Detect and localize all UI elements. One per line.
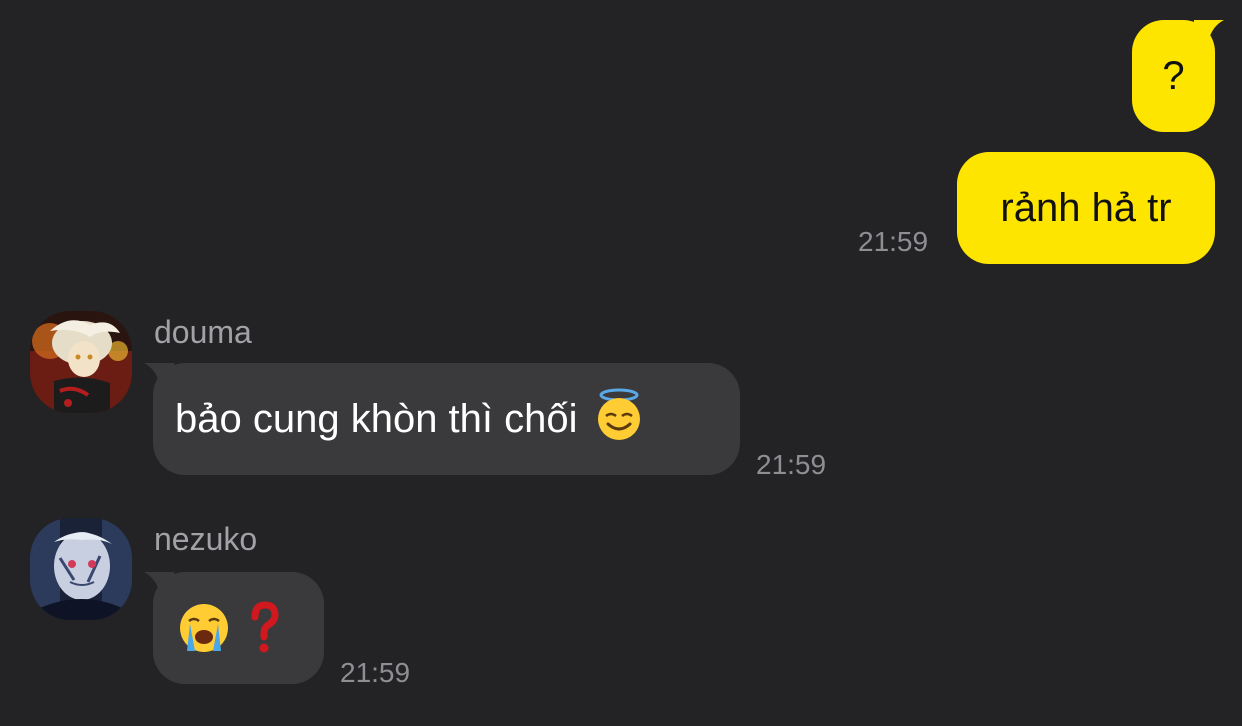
outgoing-message-bubble[interactable]: ? bbox=[1132, 20, 1224, 132]
avatar-image bbox=[30, 518, 132, 620]
message-timestamp: 21:59 bbox=[858, 226, 929, 257]
message-text: bảo cung khòn thì chối bbox=[175, 396, 578, 441]
outgoing-message-bubble[interactable]: rảnh hả tr bbox=[957, 152, 1215, 264]
message-text: rảnh hả tr bbox=[1000, 185, 1172, 230]
message-timestamp: 21:59 bbox=[756, 449, 827, 480]
avatar-douma[interactable] bbox=[30, 311, 132, 413]
incoming-message-bubble[interactable] bbox=[144, 572, 324, 684]
avatar-image bbox=[30, 311, 132, 413]
incoming-message-bubble[interactable]: bảo cung khòn thì chối bbox=[144, 363, 740, 475]
smiling-face-with-halo-icon bbox=[597, 388, 640, 440]
sender-name: nezuko bbox=[154, 521, 258, 557]
message-timestamp: 21:59 bbox=[340, 657, 411, 688]
message-text: ? bbox=[1162, 53, 1185, 98]
loudly-crying-face-icon bbox=[180, 604, 228, 652]
avatar-nezuko[interactable] bbox=[30, 518, 132, 620]
bubble-tail bbox=[1194, 20, 1224, 42]
sender-name: douma bbox=[154, 314, 252, 350]
red-question-mark-icon bbox=[251, 601, 279, 653]
chat-view: ? rảnh hả tr 21:59 douma bảo cung khòn t… bbox=[0, 0, 1242, 726]
bubble-tail bbox=[144, 363, 174, 385]
bubble-tail bbox=[144, 572, 174, 594]
